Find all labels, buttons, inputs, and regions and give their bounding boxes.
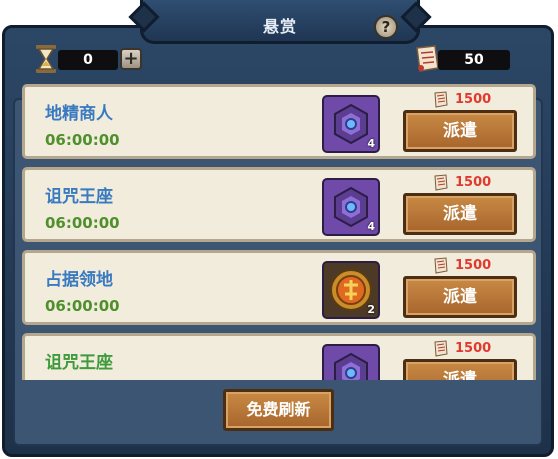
- purple-crystal-icon: [334, 352, 368, 380]
- bounty-name: 诅咒王座: [45, 187, 113, 207]
- bounty-name: 地精商人: [45, 104, 113, 124]
- bounty-name: 占据领地: [45, 270, 113, 290]
- reward-slot[interactable]: 4: [322, 178, 380, 236]
- bounty-time: 06:00:00: [45, 214, 120, 232]
- bounty-card: 诅咒王座 1500 派遣: [22, 333, 536, 380]
- add-currency-button[interactable]: +: [120, 48, 142, 70]
- scroll-icon: [434, 257, 448, 274]
- bounty-list[interactable]: 地精商人 06:00:00 4 1500 派遣 诅咒王座 06:00:00 4 …: [22, 80, 536, 380]
- dispatch-button[interactable]: 派遣: [403, 276, 517, 318]
- bounty-name: 诅咒王座: [45, 353, 113, 373]
- reward-slot[interactable]: 2: [322, 261, 380, 319]
- reward-slot[interactable]: 4: [322, 95, 380, 153]
- help-button[interactable]: ?: [374, 15, 398, 39]
- bounty-card: 诅咒王座 06:00:00 4 1500 派遣: [22, 167, 536, 242]
- free-refresh-button[interactable]: 免费刷新: [223, 389, 334, 431]
- cost-value: 1500: [455, 341, 492, 356]
- scroll-icon: [434, 340, 448, 357]
- dispatch-button[interactable]: 派遣: [403, 359, 517, 380]
- scroll-icon: [434, 91, 448, 108]
- bounty-card: 占据领地 06:00:00 2 1500 派遣: [22, 250, 536, 325]
- scroll-icon: [434, 174, 448, 191]
- reward-count: 4: [367, 137, 375, 150]
- reward-count: 2: [367, 303, 375, 316]
- cost-value: 1500: [455, 175, 492, 190]
- cost-value: 1500: [455, 92, 492, 107]
- dispatch-button[interactable]: 派遣: [403, 193, 517, 235]
- bounty-time: 06:00:00: [45, 297, 120, 315]
- reward-slot[interactable]: [322, 344, 380, 380]
- dispatch-button[interactable]: 派遣: [403, 110, 517, 152]
- hourglass-icon: [36, 45, 56, 73]
- cost-value: 1500: [455, 258, 492, 273]
- hourglass-count: 0: [58, 50, 118, 70]
- scroll-count: 50: [438, 50, 510, 70]
- reward-count: 4: [367, 220, 375, 233]
- bounty-window: 悬赏 ? 0 + 50 地精商人 06:00:00 4 1500 派遣 诅咒王座…: [0, 0, 558, 459]
- bounty-card: 地精商人 06:00:00 4 1500 派遣: [22, 84, 536, 159]
- bounty-time: 06:00:00: [45, 131, 120, 149]
- scroll-icon: [416, 45, 439, 72]
